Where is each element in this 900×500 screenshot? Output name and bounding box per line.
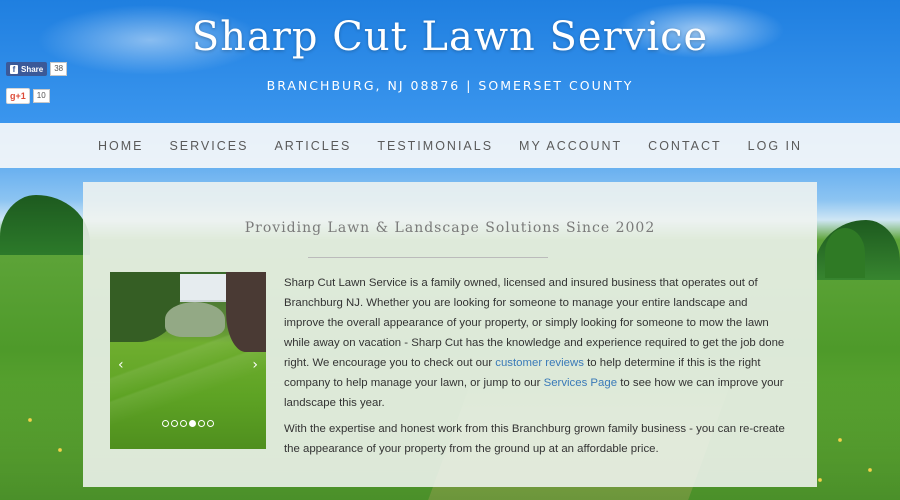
site-title: Sharp Cut Lawn Service bbox=[191, 14, 709, 60]
divider bbox=[308, 257, 548, 258]
trees-left bbox=[0, 195, 90, 255]
slider-dot[interactable] bbox=[162, 420, 169, 427]
facebook-share-label: Share bbox=[21, 64, 44, 74]
site-subtitle: BRANCHBURG, NJ 08876 | SOMERSET COUNTY bbox=[266, 78, 634, 93]
slider-next-icon[interactable]: › bbox=[252, 357, 258, 373]
main-nav: HOME SERVICES ARTICLES TESTIMONIALS MY A… bbox=[0, 123, 900, 168]
nav-testimonials[interactable]: TESTIMONIALS bbox=[364, 139, 506, 153]
gplus-button[interactable]: g+1 bbox=[6, 88, 30, 104]
slider-dot[interactable] bbox=[180, 420, 187, 427]
content-panel: Providing Lawn & Landscape Solutions Sin… bbox=[83, 182, 817, 487]
closing-paragraph: With the expertise and honest work from … bbox=[284, 423, 785, 455]
slider-dot[interactable] bbox=[207, 420, 214, 427]
nav-home[interactable]: HOME bbox=[85, 139, 157, 153]
nav-articles[interactable]: ARTICLES bbox=[261, 139, 364, 153]
services-page-link[interactable]: Services Page bbox=[544, 377, 617, 389]
facebook-icon: f bbox=[10, 64, 18, 74]
image-slider: ‹ › bbox=[110, 272, 266, 449]
nav-my-account[interactable]: MY ACCOUNT bbox=[506, 139, 635, 153]
intro-paragraph: Sharp Cut Lawn Service is a family owned… bbox=[284, 273, 789, 413]
nav-log-in[interactable]: LOG IN bbox=[735, 139, 815, 153]
facebook-share-button[interactable]: f Share bbox=[6, 62, 48, 76]
gplus-widget: g+1 10 bbox=[6, 88, 50, 104]
slider-prev-icon[interactable]: ‹ bbox=[118, 357, 124, 373]
facebook-share-count: 38 bbox=[50, 62, 68, 76]
gplus-count: 10 bbox=[32, 89, 50, 103]
intro-text-a: Sharp Cut Lawn Service is a family owned… bbox=[284, 277, 785, 369]
facebook-share-widget: f Share 38 bbox=[6, 62, 68, 76]
nav-services[interactable]: SERVICES bbox=[156, 139, 261, 153]
tree-right-small bbox=[825, 228, 865, 278]
nav-contact[interactable]: CONTACT bbox=[635, 139, 735, 153]
slider-tree bbox=[226, 272, 266, 352]
slider-dot[interactable] bbox=[198, 420, 205, 427]
customer-reviews-link[interactable]: customer reviews bbox=[495, 357, 584, 369]
slider-dots bbox=[110, 420, 266, 427]
slider-dot[interactable] bbox=[171, 420, 178, 427]
intro-copy: Sharp Cut Lawn Service is a family owned… bbox=[284, 273, 789, 465]
slider-dot[interactable] bbox=[189, 420, 196, 427]
tagline: Providing Lawn & Landscape Solutions Sin… bbox=[244, 220, 656, 236]
slider-shrubs bbox=[165, 302, 225, 337]
